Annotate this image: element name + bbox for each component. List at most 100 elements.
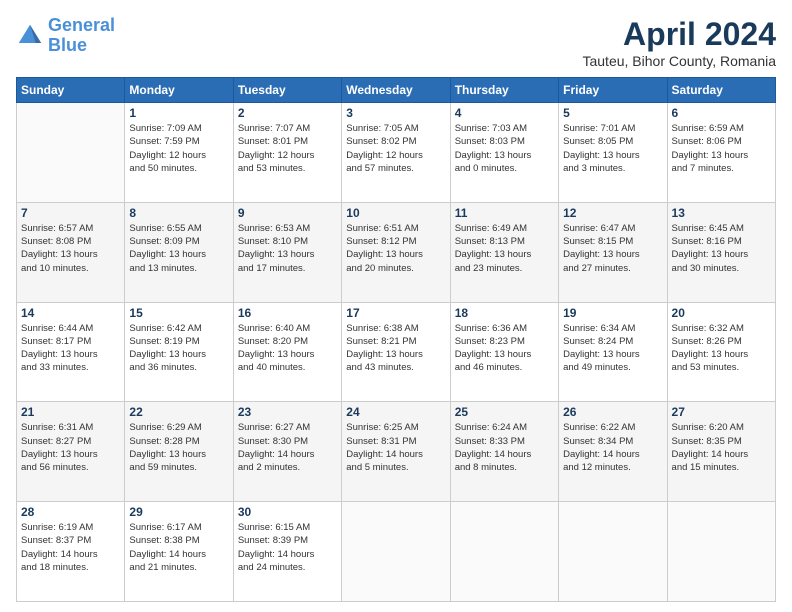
calendar-cell: 24 Sunrise: 6:25 AM Sunset: 8:31 PM Dayli… [342,402,450,502]
calendar-cell: 30 Sunrise: 6:15 AM Sunset: 8:39 PM Dayli… [233,502,341,602]
calendar-cell [667,502,775,602]
calendar-cell: 21 Sunrise: 6:31 AM Sunset: 8:27 PM Dayli… [17,402,125,502]
cell-info: Sunrise: 7:07 AM Sunset: 8:01 PM Dayligh… [238,122,337,175]
cell-info: Sunrise: 6:25 AM Sunset: 8:31 PM Dayligh… [346,421,445,474]
calendar-cell: 4Sunrise: 7:03 AM Sunset: 8:03 PM Daylig… [450,103,558,203]
cell-info: Sunrise: 6:44 AM Sunset: 8:17 PM Dayligh… [21,322,120,375]
day-number: 26 [563,405,662,419]
calendar-cell: 27 Sunrise: 6:20 AM Sunset: 8:35 PM Dayli… [667,402,775,502]
calendar-cell: 20 Sunrise: 6:32 AM Sunset: 8:26 PM Dayli… [667,302,775,402]
calendar-week-1: 1 Sunrise: 7:09 AM Sunset: 7:59 PM Daylig… [17,103,776,203]
calendar-cell: 3Sunrise: 7:05 AM Sunset: 8:02 PM Daylig… [342,103,450,203]
calendar-cell: 2 Sunrise: 7:07 AM Sunset: 8:01 PM Daylig… [233,103,341,203]
day-number: 30 [238,505,337,519]
day-number: 9 [238,206,337,220]
calendar-cell: 15 Sunrise: 6:42 AM Sunset: 8:19 PM Dayli… [125,302,233,402]
calendar-cell: 9 Sunrise: 6:53 AM Sunset: 8:10 PM Daylig… [233,202,341,302]
day-number: 28 [21,505,120,519]
cell-info: Sunrise: 6:40 AM Sunset: 8:20 PM Dayligh… [238,322,337,375]
day-number: 2 [238,106,337,120]
cell-info: Sunrise: 6:47 AM Sunset: 8:15 PM Dayligh… [563,222,662,275]
calendar-table: Sunday Monday Tuesday Wednesday Thursday… [16,77,776,602]
day-number: 15 [129,306,228,320]
page: General Blue April 2024 Tauteu, Bihor Co… [0,0,792,612]
day-number: 12 [563,206,662,220]
col-tuesday: Tuesday [233,78,341,103]
cell-info: Sunrise: 6:55 AM Sunset: 8:09 PM Dayligh… [129,222,228,275]
day-number: 20 [672,306,771,320]
calendar-cell: 28 Sunrise: 6:19 AM Sunset: 8:37 PM Dayli… [17,502,125,602]
day-number: 29 [129,505,228,519]
cell-info: Sunrise: 6:49 AM Sunset: 8:13 PM Dayligh… [455,222,554,275]
calendar-cell [17,103,125,203]
cell-info: Sunrise: 6:59 AM Sunset: 8:06 PM Dayligh… [672,122,771,175]
cell-info: Sunrise: 6:22 AM Sunset: 8:34 PM Dayligh… [563,421,662,474]
calendar-cell: 16Sunrise: 6:40 AM Sunset: 8:20 PM Dayli… [233,302,341,402]
day-number: 6 [672,106,771,120]
col-sunday: Sunday [17,78,125,103]
calendar-cell: 13Sunrise: 6:45 AM Sunset: 8:16 PM Dayli… [667,202,775,302]
col-monday: Monday [125,78,233,103]
calendar-week-4: 21 Sunrise: 6:31 AM Sunset: 8:27 PM Dayli… [17,402,776,502]
day-number: 27 [672,405,771,419]
calendar-cell: 12 Sunrise: 6:47 AM Sunset: 8:15 PM Dayli… [559,202,667,302]
day-number: 19 [563,306,662,320]
calendar-cell: 7Sunrise: 6:57 AM Sunset: 8:08 PM Daylig… [17,202,125,302]
calendar-cell: 29 Sunrise: 6:17 AM Sunset: 8:38 PM Dayli… [125,502,233,602]
cell-info: Sunrise: 7:01 AM Sunset: 8:05 PM Dayligh… [563,122,662,175]
calendar-cell [559,502,667,602]
calendar-header-row: Sunday Monday Tuesday Wednesday Thursday… [17,78,776,103]
calendar-cell [450,502,558,602]
cell-info: Sunrise: 6:53 AM Sunset: 8:10 PM Dayligh… [238,222,337,275]
calendar-cell: 10Sunrise: 6:51 AM Sunset: 8:12 PM Dayli… [342,202,450,302]
cell-info: Sunrise: 6:31 AM Sunset: 8:27 PM Dayligh… [21,421,120,474]
day-number: 1 [129,106,228,120]
calendar-cell: 25Sunrise: 6:24 AM Sunset: 8:33 PM Dayli… [450,402,558,502]
cell-info: Sunrise: 6:15 AM Sunset: 8:39 PM Dayligh… [238,521,337,574]
calendar-cell [342,502,450,602]
cell-info: Sunrise: 7:03 AM Sunset: 8:03 PM Dayligh… [455,122,554,175]
day-number: 17 [346,306,445,320]
calendar-cell: 5 Sunrise: 7:01 AM Sunset: 8:05 PM Daylig… [559,103,667,203]
title-block: April 2024 Tauteu, Bihor County, Romania [582,16,776,69]
day-number: 8 [129,206,228,220]
cell-info: Sunrise: 6:24 AM Sunset: 8:33 PM Dayligh… [455,421,554,474]
calendar-week-3: 14 Sunrise: 6:44 AM Sunset: 8:17 PM Dayli… [17,302,776,402]
calendar-cell: 23 Sunrise: 6:27 AM Sunset: 8:30 PM Dayli… [233,402,341,502]
cell-info: Sunrise: 6:34 AM Sunset: 8:24 PM Dayligh… [563,322,662,375]
calendar-cell: 26 Sunrise: 6:22 AM Sunset: 8:34 PM Dayli… [559,402,667,502]
day-number: 7 [21,206,120,220]
cell-info: Sunrise: 6:42 AM Sunset: 8:19 PM Dayligh… [129,322,228,375]
cell-info: Sunrise: 7:09 AM Sunset: 7:59 PM Dayligh… [129,122,228,175]
calendar-cell: 11 Sunrise: 6:49 AM Sunset: 8:13 PM Dayli… [450,202,558,302]
cell-info: Sunrise: 6:17 AM Sunset: 8:38 PM Dayligh… [129,521,228,574]
cell-info: Sunrise: 6:36 AM Sunset: 8:23 PM Dayligh… [455,322,554,375]
cell-info: Sunrise: 6:27 AM Sunset: 8:30 PM Dayligh… [238,421,337,474]
calendar-cell: 17 Sunrise: 6:38 AM Sunset: 8:21 PM Dayli… [342,302,450,402]
calendar-week-2: 7Sunrise: 6:57 AM Sunset: 8:08 PM Daylig… [17,202,776,302]
cell-info: Sunrise: 6:38 AM Sunset: 8:21 PM Dayligh… [346,322,445,375]
calendar-week-5: 28 Sunrise: 6:19 AM Sunset: 8:37 PM Dayli… [17,502,776,602]
day-number: 14 [21,306,120,320]
calendar-cell: 22Sunrise: 6:29 AM Sunset: 8:28 PM Dayli… [125,402,233,502]
cell-info: Sunrise: 6:32 AM Sunset: 8:26 PM Dayligh… [672,322,771,375]
calendar-cell: 19 Sunrise: 6:34 AM Sunset: 8:24 PM Dayli… [559,302,667,402]
day-number: 3 [346,106,445,120]
calendar-cell: 1 Sunrise: 7:09 AM Sunset: 7:59 PM Daylig… [125,103,233,203]
col-saturday: Saturday [667,78,775,103]
col-friday: Friday [559,78,667,103]
day-number: 18 [455,306,554,320]
cell-info: Sunrise: 6:20 AM Sunset: 8:35 PM Dayligh… [672,421,771,474]
cell-info: Sunrise: 6:19 AM Sunset: 8:37 PM Dayligh… [21,521,120,574]
header: General Blue April 2024 Tauteu, Bihor Co… [16,16,776,69]
day-number: 5 [563,106,662,120]
day-number: 24 [346,405,445,419]
calendar-cell: 8 Sunrise: 6:55 AM Sunset: 8:09 PM Daylig… [125,202,233,302]
day-number: 10 [346,206,445,220]
col-thursday: Thursday [450,78,558,103]
location: Tauteu, Bihor County, Romania [582,53,776,69]
col-wednesday: Wednesday [342,78,450,103]
day-number: 21 [21,405,120,419]
day-number: 23 [238,405,337,419]
day-number: 11 [455,206,554,220]
